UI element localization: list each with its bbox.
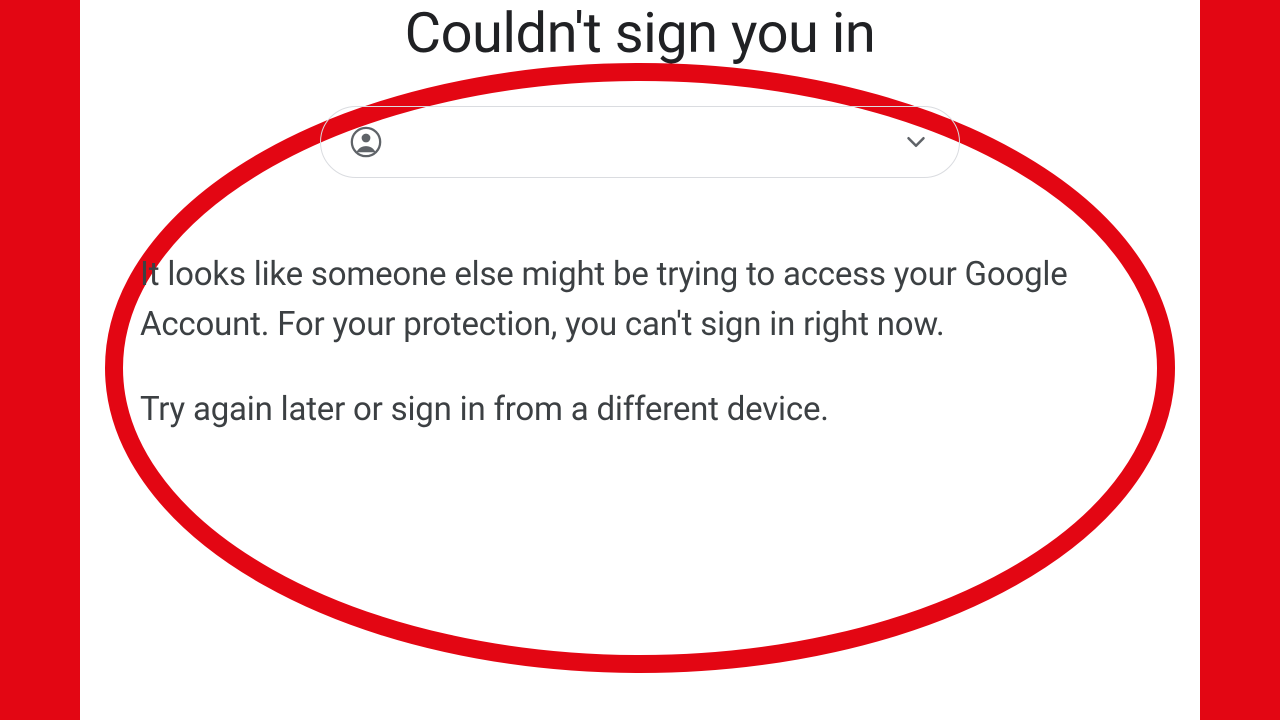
error-message-2: Try again later or sign in from a differ…	[140, 385, 1140, 435]
screenshot-stage: Couldn't sign you in It looks li	[0, 0, 1280, 720]
chevron-down-icon	[901, 127, 931, 157]
signin-error-card: Couldn't sign you in It looks li	[80, 0, 1200, 720]
account-chip-left	[349, 125, 399, 159]
account-selector-chip[interactable]	[320, 106, 960, 178]
account-circle-icon	[349, 125, 383, 159]
error-body: It looks like someone else might be tryi…	[140, 250, 1140, 435]
page-title: Couldn't sign you in	[80, 0, 1200, 66]
error-message-1: It looks like someone else might be tryi…	[140, 250, 1140, 349]
